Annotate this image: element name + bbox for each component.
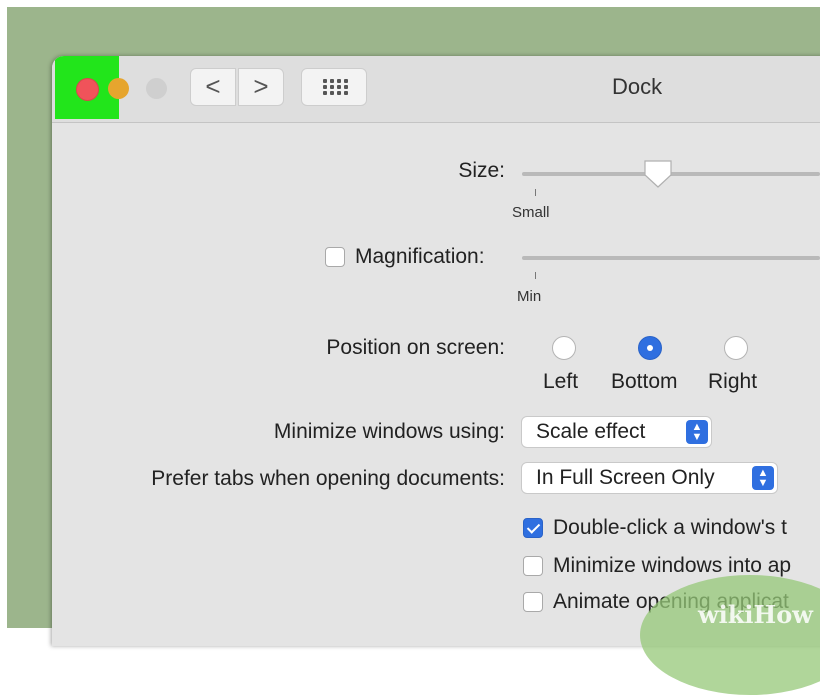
size-min-label: Small: [512, 204, 550, 221]
double-click-checkbox[interactable]: [523, 518, 543, 538]
magnification-slider-track[interactable]: [522, 256, 820, 260]
forward-button[interactable]: >: [238, 68, 284, 106]
back-button[interactable]: <: [190, 68, 236, 106]
up-down-arrows-icon: ▲ ▼: [686, 420, 708, 444]
prefer-tabs-value: In Full Screen Only: [536, 466, 715, 489]
minimize-label: Minimize windows using:: [273, 420, 505, 443]
magnification-slider-tick: [535, 272, 536, 279]
title-bar: < > Dock: [52, 56, 820, 123]
chevron-left-icon: <: [205, 71, 221, 101]
position-bottom-radio[interactable]: [638, 336, 662, 360]
size-slider-thumb[interactable]: [642, 159, 674, 189]
minimize-effect-select[interactable]: Scale effect ▲ ▼: [521, 416, 712, 448]
position-right-radio[interactable]: [724, 336, 748, 360]
wikihow-watermark: wikiHow: [698, 600, 813, 629]
double-click-label: Double-click a window's t: [553, 516, 787, 539]
prefer-tabs-label: Prefer tabs when opening documents:: [151, 467, 505, 490]
animate-opening-checkbox[interactable]: [523, 592, 543, 612]
up-down-arrows-icon: ▲ ▼: [752, 466, 774, 490]
minimize-effect-value: Scale effect: [536, 420, 646, 443]
size-label: Size:: [458, 159, 505, 182]
position-left-label: Left: [543, 370, 579, 393]
position-right-label: Right: [708, 370, 758, 393]
magnification-min-label: Min: [517, 288, 542, 305]
show-all-button[interactable]: [301, 68, 367, 106]
close-button[interactable]: [76, 78, 99, 101]
position-label: Position on screen:: [326, 336, 505, 359]
position-bottom-label: Bottom: [611, 370, 678, 393]
minimize-into-app-checkbox[interactable]: [523, 556, 543, 576]
grid-icon: [323, 79, 348, 95]
prefer-tabs-select[interactable]: In Full Screen Only ▲ ▼: [521, 462, 778, 494]
chevron-right-icon: >: [253, 71, 269, 101]
magnification-checkbox[interactable]: [325, 247, 345, 267]
size-slider-tick: [535, 189, 536, 196]
position-left-radio[interactable]: [552, 336, 576, 360]
minimize-button[interactable]: [108, 78, 129, 99]
magnification-label: Magnification:: [355, 245, 485, 268]
window-title: Dock: [612, 74, 663, 99]
zoom-button[interactable]: [146, 78, 167, 99]
